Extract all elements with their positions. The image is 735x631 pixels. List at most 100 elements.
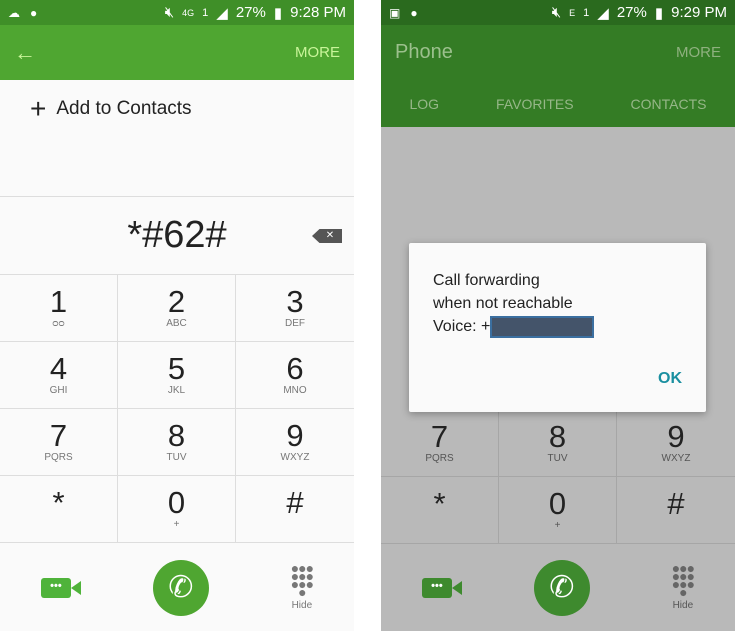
key-letters: WXYZ [280,452,310,463]
video-call-icon: ••• [421,577,462,598]
signal-icon: ◢ [597,4,609,22]
key-0: 0 + [499,477,617,544]
hide-keypad-button[interactable]: ●●● ●●● ●●● ● Hide [290,560,314,611]
keypad-icon: ●●● ●●● ●●● ● [671,560,695,600]
keypad-icon: ●●● ●●● ●●● ● [290,560,314,600]
key-letters: + [554,520,561,531]
app-title: Phone [395,41,453,63]
key-hash[interactable]: # [236,476,354,543]
key-digit: # [286,485,304,520]
app-bar: Phone MORE [381,25,735,80]
key-letters: JKL [167,385,186,396]
battery-icon: ▮ [273,4,283,22]
key-8: 8 TUV [499,410,617,477]
network-type: E [569,7,576,18]
key-digit: * [52,485,65,520]
dialog-line-1: Call forwarding [433,272,540,289]
tab-contacts[interactable]: CONTACTS [631,96,707,112]
call-button[interactable]: ✆ [152,559,209,616]
dialed-number-field[interactable]: *#62# ✕ [0,197,354,275]
key-7[interactable]: 7 PQRS [0,409,118,476]
key-letters: PQRS [425,453,454,464]
key-3[interactable]: 3 DEF [236,275,354,342]
key-letters: ABC [166,318,187,329]
key-digit: 8 [548,419,567,454]
more-button[interactable]: MORE [295,44,340,61]
call-button: ✆ [533,559,590,616]
key-star[interactable]: * [0,476,118,543]
key-5[interactable]: 5 JKL [118,342,236,409]
sim-icon: 1 [202,6,209,19]
arrow-left-icon[interactable]: ← [14,40,36,66]
key-4[interactable]: 4 GHI [0,342,118,409]
key-letters: WXYZ [661,453,691,464]
tab-favorites[interactable]: FAVORITES [496,96,574,112]
dialog-line-2: when not reachable [433,295,573,312]
hide-label: Hide [672,600,694,611]
tab-bar: LOG FAVORITES CONTACTS [381,80,735,127]
phone-icon: ✆ [549,571,575,604]
bottom-bar: ••• ✆ ●●● ●●● ●●● ● Hide [0,544,354,631]
key-7: 7 PQRS [381,410,499,477]
key-9[interactable]: 9 WXYZ [236,409,354,476]
tab-log[interactable]: LOG [409,96,439,112]
add-to-contacts-label: Add to Contacts [56,98,192,119]
key-hash: # [617,477,735,544]
bottom-bar: ••• ✆ ●●● ●●● ●●● ● Hide [381,544,735,631]
key-digit: 0 [167,485,186,520]
hide-keypad-button: ●●● ●●● ●●● ● Hide [671,560,695,611]
phone-screen-with-dialog: ▣ ● 🔇︎ E 1 ◢ 27% ▮ 9:29 PM Phone MORE LOG FAVOR… [381,0,735,631]
clock: 9:29 PM [671,4,727,21]
key-letters: TUV [547,453,568,464]
cloud-icon: ☁ [8,5,20,20]
app-bar: ← MORE [0,25,354,80]
key-digit: 3 [286,284,304,319]
key-letters: + [173,519,180,530]
signal-icon: ◢ [216,4,228,22]
battery-icon: ▮ [654,4,664,22]
keypad: 1 ᴑᴑ 2 ABC 3 DEF 4 GHI 5 JKL 6 MNO 7 PQRS 8 TUV 9 WXYZ * 0 +… [0,275,354,543]
mute-icon: 🔇︎ [551,4,562,21]
network-type: 4G [182,7,195,18]
dialer-screen: ☁ ● 🔇︎ 4G 1 ◢ 27% ▮ 9:28 PM ← MORE + Add to Con… [0,0,354,631]
key-digit: 0 [548,486,567,521]
dialog-line-3: Voice: + [433,318,491,335]
key-digit: 9 [286,418,304,453]
key-digit: * [433,486,446,521]
key-letters: MNO [283,385,307,396]
key-star: * [381,477,499,544]
keypad: 7 PQRS 8 TUV 9 WXYZ * 0 + # [381,410,735,544]
key-digit: 7 [430,419,449,454]
key-letters: TUV [166,452,187,463]
more-button[interactable]: MORE [676,44,721,61]
key-digit: 8 [167,418,186,453]
battery-level: 27% [616,4,647,21]
video-call-icon[interactable]: ••• [40,577,81,598]
phone-icon: ✆ [168,571,194,604]
clock: 9:28 PM [290,4,346,21]
mute-icon: 🔇︎ [164,4,175,21]
key-digit: 7 [49,418,68,453]
key-6[interactable]: 6 MNO [236,342,354,409]
backspace-icon[interactable]: ✕ [312,229,342,243]
status-bar: ☁ ● 🔇︎ 4G 1 ◢ 27% ▮ 9:28 PM [0,0,354,25]
key-letters: DEF [285,318,305,329]
key-9: 9 WXYZ [617,410,735,477]
key-digit: 4 [49,351,68,386]
hide-label: Hide [291,600,313,611]
add-to-contacts-button[interactable]: + Add to Contacts [0,80,354,197]
key-letters: GHI [49,385,68,396]
key-letters: PQRS [44,452,73,463]
call-forwarding-dialog: Call forwarding when not reachable Voice… [409,243,706,412]
key-8[interactable]: 8 TUV [118,409,236,476]
dialed-number: *#62# [127,214,227,256]
key-1[interactable]: 1 ᴑᴑ [0,275,118,342]
key-digit: 2 [167,284,186,319]
redacted-number [490,315,595,338]
ok-button[interactable]: OK [658,367,682,390]
battery-level: 27% [235,4,266,21]
key-0[interactable]: 0 + [118,476,236,543]
plus-icon: + [30,93,47,124]
key-2[interactable]: 2 ABC [118,275,236,342]
image-icon: ▣ [389,5,401,20]
